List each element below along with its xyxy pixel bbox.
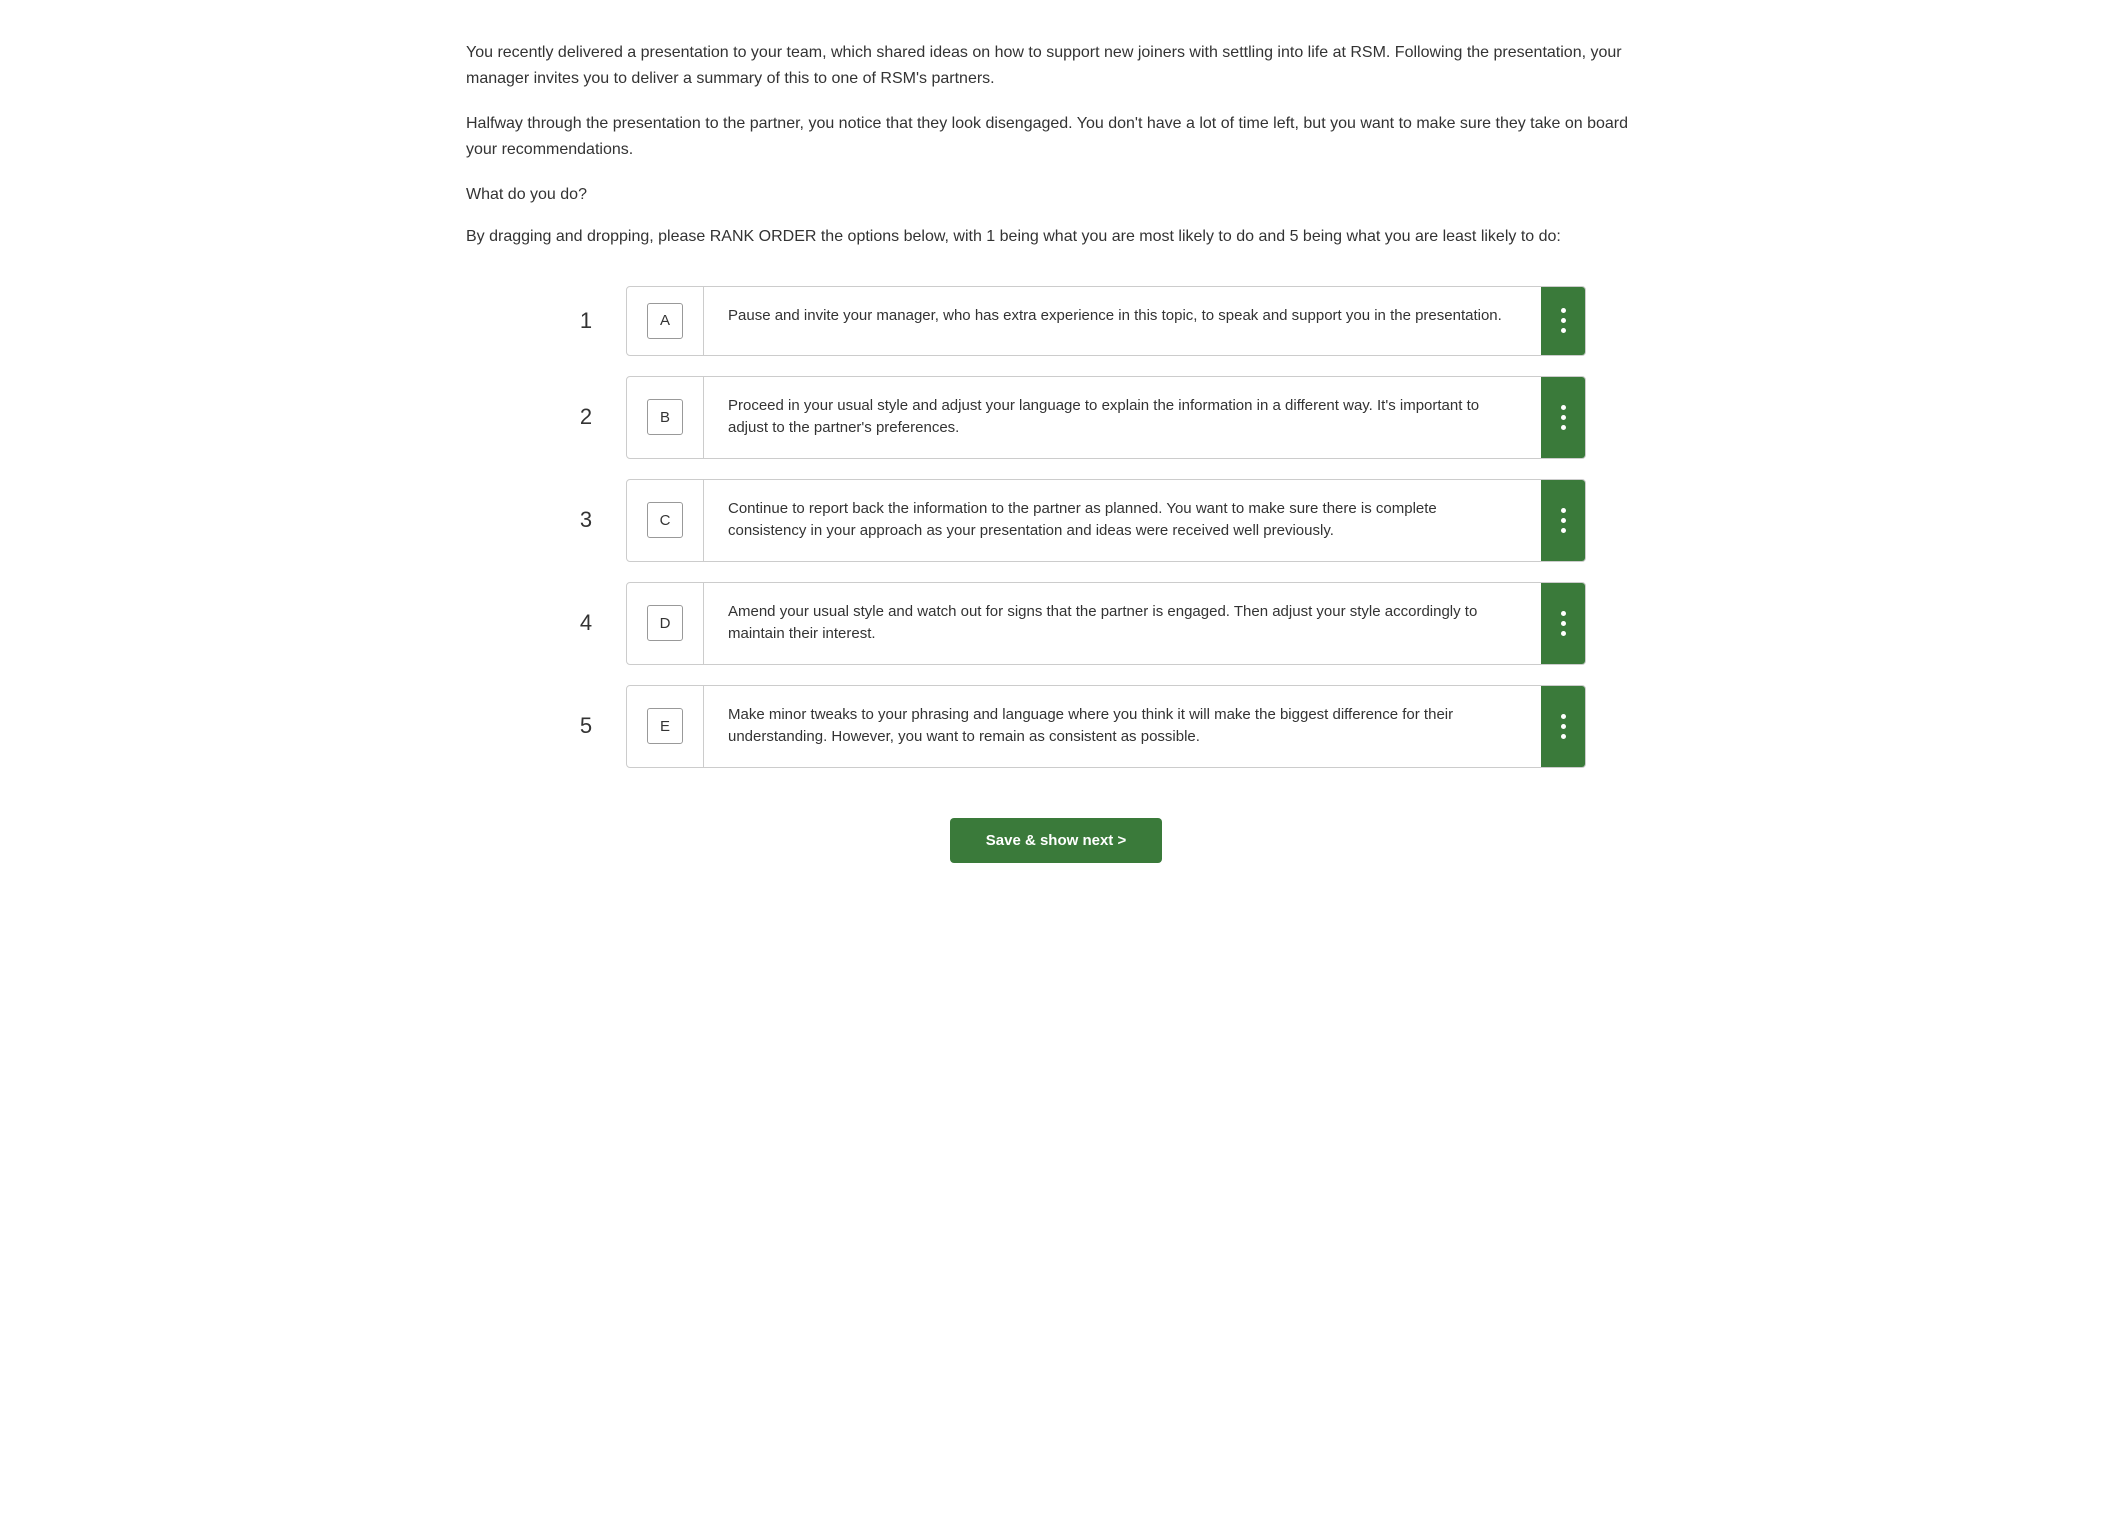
rank-card: D Amend your usual style and watch out f… — [626, 582, 1586, 665]
rank-card: A Pause and invite your manager, who has… — [626, 286, 1586, 356]
drag-handle[interactable] — [1541, 287, 1585, 355]
rank-letter-box: C — [627, 480, 704, 561]
rank-letter: B — [647, 399, 683, 435]
intro-paragraph-1: You recently delivered a presentation to… — [466, 40, 1646, 91]
drag-dots-icon — [1561, 405, 1566, 430]
rank-item[interactable]: 4 D Amend your usual style and watch out… — [566, 582, 1586, 665]
question-text: What do you do? — [466, 182, 1646, 208]
save-show-next-button[interactable]: Save & show next > — [950, 818, 1162, 863]
drag-handle[interactable] — [1541, 583, 1585, 664]
drag-dots-icon — [1561, 611, 1566, 636]
rank-text: Continue to report back the information … — [704, 480, 1541, 561]
rank-text: Make minor tweaks to your phrasing and l… — [704, 686, 1541, 767]
rank-card: B Proceed in your usual style and adjust… — [626, 376, 1586, 459]
rank-item[interactable]: 1 A Pause and invite your manager, who h… — [566, 286, 1586, 356]
rank-instruction: By dragging and dropping, please RANK OR… — [466, 224, 1646, 250]
drag-handle[interactable] — [1541, 686, 1585, 767]
intro-paragraph-2: Halfway through the presentation to the … — [466, 111, 1646, 162]
rank-text: Proceed in your usual style and adjust y… — [704, 377, 1541, 458]
rank-number: 2 — [566, 404, 606, 430]
rank-letter-box: D — [627, 583, 704, 664]
rank-list: 1 A Pause and invite your manager, who h… — [566, 286, 1586, 768]
rank-card: E Make minor tweaks to your phrasing and… — [626, 685, 1586, 768]
drag-dots-icon — [1561, 308, 1566, 333]
drag-handle[interactable] — [1541, 480, 1585, 561]
rank-letter: E — [647, 708, 683, 744]
rank-number: 1 — [566, 308, 606, 334]
rank-number: 5 — [566, 713, 606, 739]
rank-number: 4 — [566, 610, 606, 636]
rank-item[interactable]: 2 B Proceed in your usual style and adju… — [566, 376, 1586, 459]
rank-letter: A — [647, 303, 683, 339]
rank-item[interactable]: 5 E Make minor tweaks to your phrasing a… — [566, 685, 1586, 768]
rank-number: 3 — [566, 507, 606, 533]
rank-letter-box: A — [627, 287, 704, 355]
rank-card: C Continue to report back the informatio… — [626, 479, 1586, 562]
rank-text: Amend your usual style and watch out for… — [704, 583, 1541, 664]
drag-dots-icon — [1561, 714, 1566, 739]
rank-letter: C — [647, 502, 683, 538]
drag-dots-icon — [1561, 508, 1566, 533]
rank-letter-box: B — [627, 377, 704, 458]
rank-letter: D — [647, 605, 683, 641]
rank-text: Pause and invite your manager, who has e… — [704, 287, 1541, 355]
rank-letter-box: E — [627, 686, 704, 767]
drag-handle[interactable] — [1541, 377, 1585, 458]
rank-item[interactable]: 3 C Continue to report back the informat… — [566, 479, 1586, 562]
